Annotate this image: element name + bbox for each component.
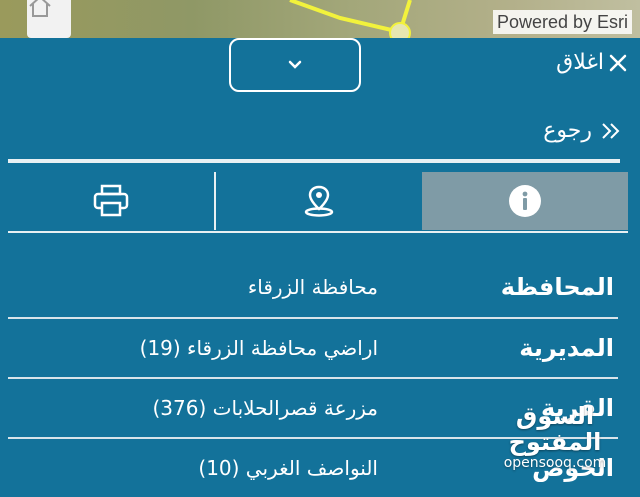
info-icon [509,185,541,217]
chevron-down-icon [288,60,302,69]
directorate-value: اراضي محافظة الزرقاء (19) [139,336,378,360]
back-button[interactable]: رجوع [543,118,622,143]
detail-row-governorate: محافظة الزرقاء المحافظة [8,258,618,316]
tab-info[interactable] [422,172,628,230]
watermark-arabic: السوق المفتوح [508,402,602,456]
home-button[interactable] [27,0,71,38]
collapse-panel-button[interactable] [229,38,361,92]
double-chevron-right-icon [602,122,620,139]
opensooq-watermark: السوق المفتوح opensooq.com [470,403,640,471]
village-value: مزرعة قصرالحلابات (376) [152,396,378,420]
location-pin-icon [304,185,334,217]
tab-print[interactable] [8,172,214,230]
close-button[interactable]: اغلاق [556,50,628,75]
directorate-label: المديرية [519,334,614,362]
back-label: رجوع [543,118,592,143]
map-view[interactable]: Powered by Esri [0,0,640,38]
printer-icon [93,184,129,217]
watermark-url: opensooq.com [503,455,607,471]
home-icon [29,0,51,17]
panel-tabs [8,172,628,230]
tabs-divider [8,231,628,233]
close-icon [609,54,627,71]
close-label: اغلاق [556,50,604,75]
header-divider [8,159,620,163]
map-attribution: Powered by Esri [492,10,632,34]
basin-value: النواصف الغربي (10) [198,456,378,480]
governorate-value: محافظة الزرقاء [247,275,378,299]
tab-location[interactable] [216,172,422,230]
detail-row-directorate: اراضي محافظة الزرقاء (19) المديرية [8,319,618,377]
governorate-label: المحافظة [500,273,614,301]
